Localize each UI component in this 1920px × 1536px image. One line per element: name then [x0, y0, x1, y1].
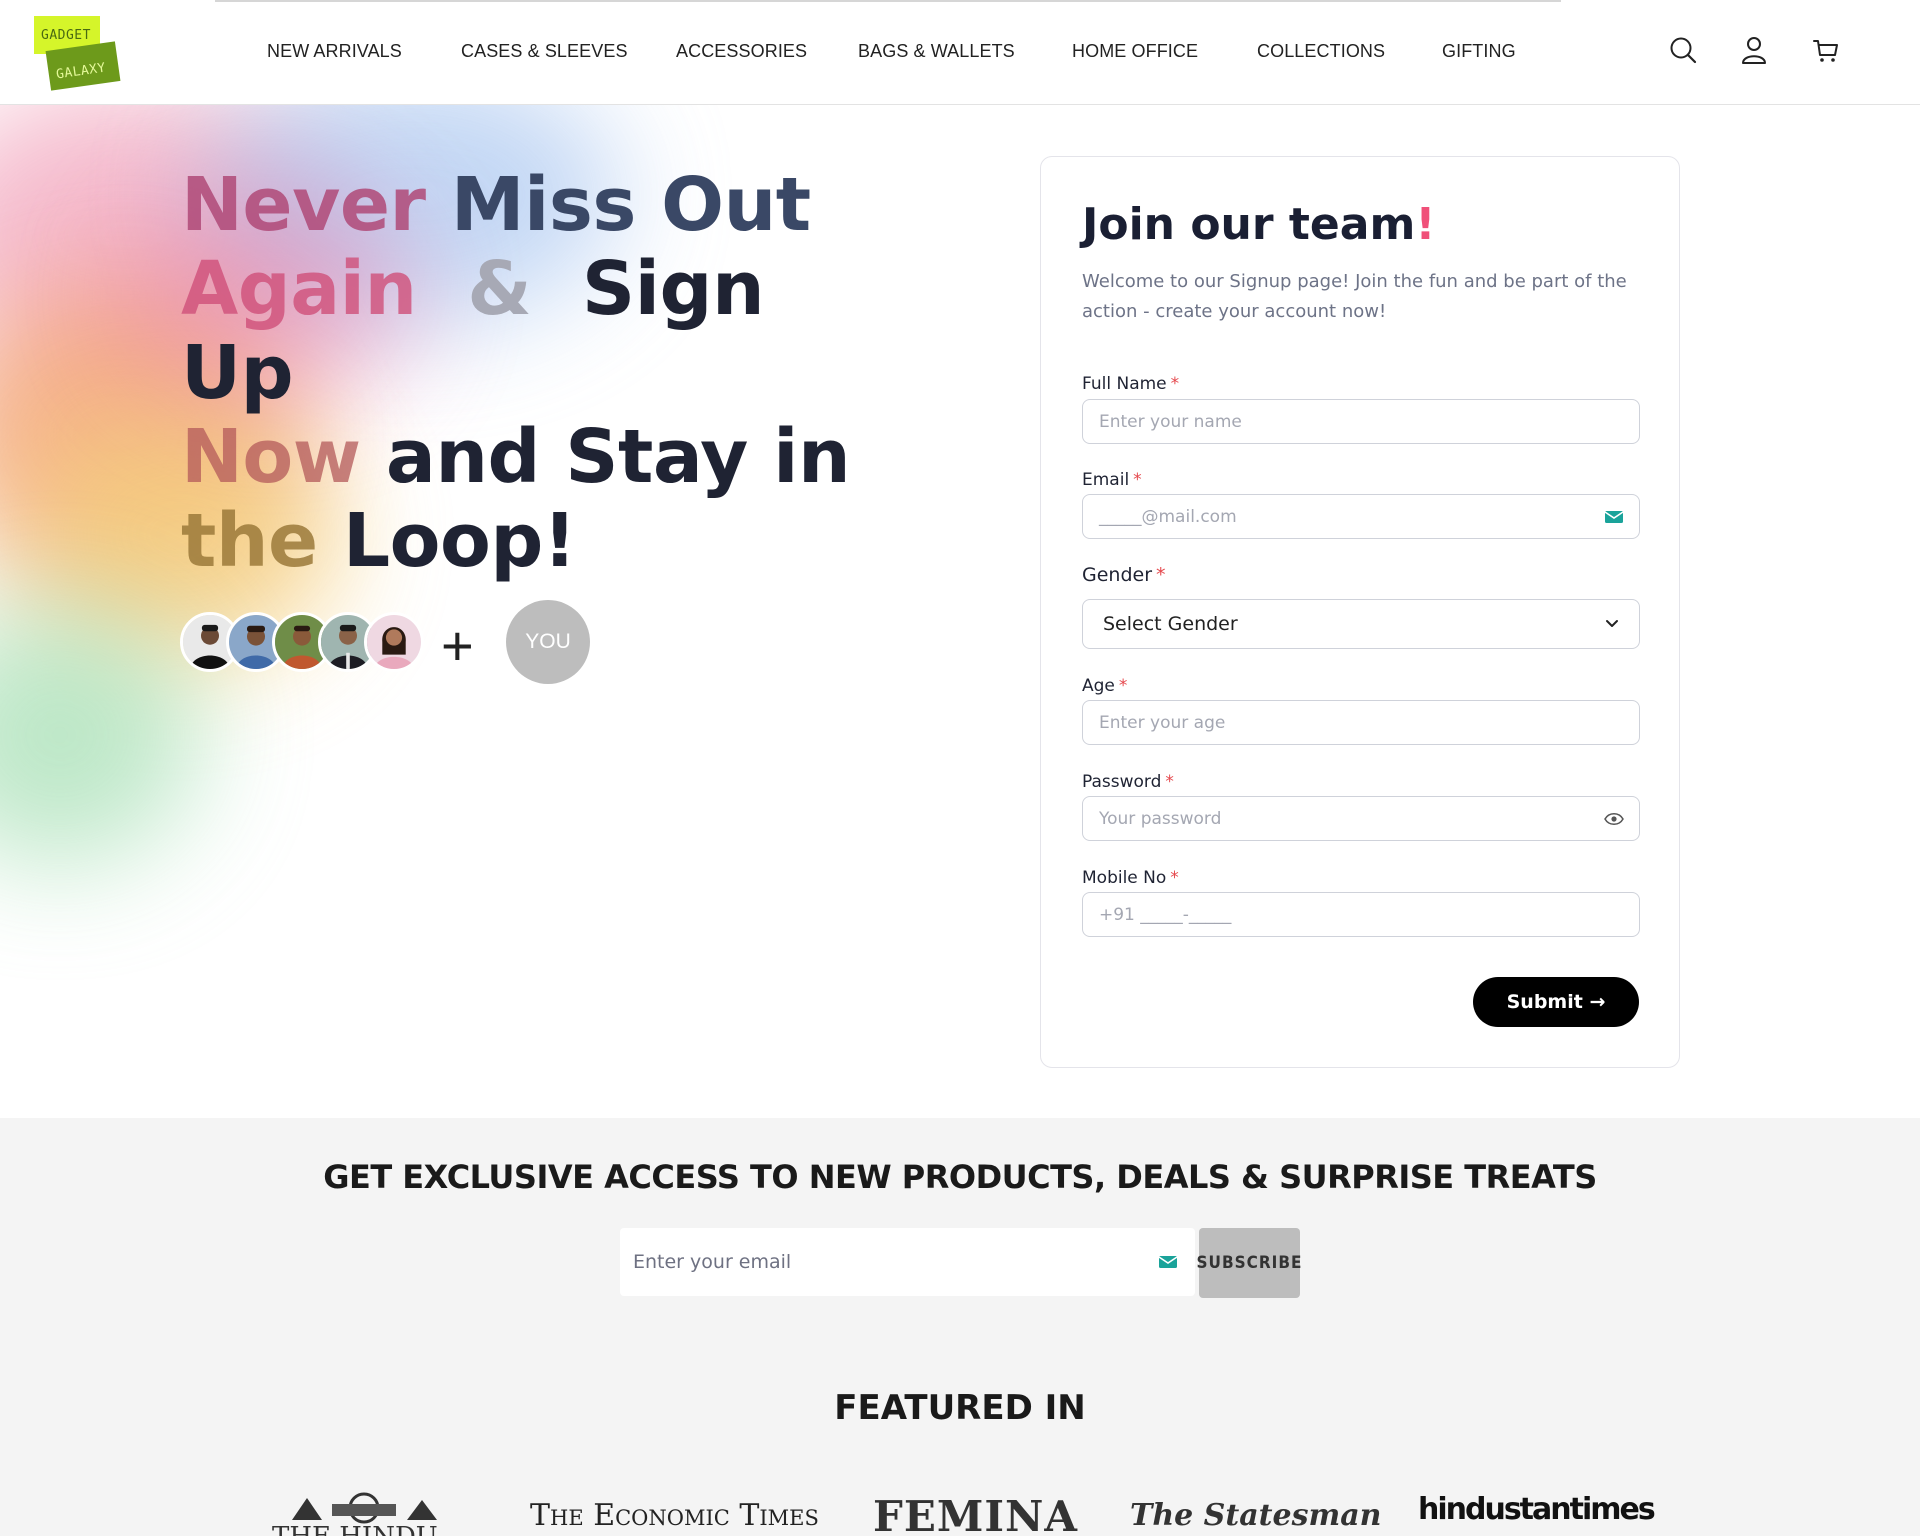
nav-cases-sleeves[interactable]: CASES & SLEEVES — [461, 41, 628, 62]
you-avatar: YOU — [506, 600, 590, 684]
headline-ampersand: & — [467, 246, 532, 332]
nav-accessories[interactable]: ACCESSORIES — [676, 41, 807, 62]
full-name-input[interactable]: Enter your name — [1082, 399, 1640, 444]
press-logo-the-hindu: THE HINDU — [272, 1480, 457, 1536]
newsletter-email-placeholder: Enter your email — [633, 1251, 792, 1273]
nav-gifting[interactable]: GIFTING — [1442, 41, 1516, 62]
mobile-label: Mobile No * — [1082, 868, 1179, 888]
required-mark: * — [1156, 564, 1166, 586]
plus-sign: + — [441, 614, 474, 677]
headline-word: Miss Out — [450, 162, 811, 248]
press-logo-hindustan-times: hindustantimes — [1418, 1492, 1656, 1527]
subscribe-button[interactable]: SUBSCRIBE — [1197, 1228, 1301, 1298]
email-input[interactable]: _____@mail.com — [1082, 494, 1640, 539]
nav-new-arrivals[interactable]: NEW ARRIVALS — [267, 41, 402, 62]
email-placeholder: _____@mail.com — [1099, 506, 1237, 527]
gender-label: Gender * — [1082, 564, 1166, 586]
mobile-placeholder: +91 _____-_____ — [1099, 904, 1232, 925]
brand-logo[interactable]: GADGET GALAXY — [34, 16, 121, 91]
age-label-text: Age — [1082, 676, 1115, 696]
full-name-label: Full Name * — [1082, 374, 1179, 394]
age-label: Age * — [1082, 676, 1127, 696]
user-icon[interactable] — [1740, 36, 1768, 64]
chevron-down-icon — [1606, 620, 1618, 627]
full-name-placeholder: Enter your name — [1099, 411, 1242, 432]
nav-bags-wallets[interactable]: BAGS & WALLETS — [858, 41, 1015, 62]
password-input[interactable]: Your password — [1082, 796, 1640, 841]
gender-selected-value: Select Gender — [1103, 613, 1238, 635]
password-placeholder: Your password — [1099, 808, 1222, 829]
required-mark: * — [1165, 772, 1174, 792]
password-label-text: Password — [1082, 772, 1162, 792]
mobile-input[interactable]: +91 _____-_____ — [1082, 892, 1640, 937]
card-title-text: Join our team — [1082, 199, 1416, 250]
press-logo-statesman: The Statesman — [1130, 1498, 1382, 1533]
age-input[interactable]: Enter your age — [1082, 700, 1640, 745]
avatar — [364, 612, 424, 672]
nav-home-office[interactable]: HOME OFFICE — [1072, 41, 1198, 62]
card-title-accent: ! — [1415, 199, 1436, 250]
eye-icon[interactable] — [1603, 809, 1625, 829]
required-mark: * — [1133, 470, 1142, 490]
required-mark: * — [1118, 676, 1128, 696]
headline-word: the — [181, 498, 318, 584]
newsletter-section: GET EXCLUSIVE ACCESS TO NEW PRODUCTS, DE… — [0, 1118, 1920, 1536]
age-placeholder: Enter your age — [1099, 712, 1226, 733]
newsletter-email-input[interactable]: Enter your email — [620, 1228, 1195, 1296]
signup-card: Join our team! Welcome to our Signup pag… — [1040, 156, 1680, 1068]
the-hindu-text: THE HINDU — [272, 1522, 438, 1536]
headline-word: and Stay in — [385, 414, 851, 500]
header-top-divider — [215, 0, 1561, 2]
headline-word: Again — [181, 246, 417, 332]
newsletter-title: GET EXCLUSIVE ACCESS TO NEW PRODUCTS, DE… — [323, 1158, 1597, 1196]
headline-word: Loop! — [343, 498, 577, 584]
gender-label-text: Gender — [1082, 564, 1153, 586]
featured-title: FEATURED IN — [834, 1388, 1086, 1428]
press-logo-femina: FEMINA — [873, 1492, 1078, 1536]
nav-collections[interactable]: COLLECTIONS — [1257, 41, 1385, 62]
submit-button[interactable]: Submit → — [1473, 977, 1639, 1027]
logo-text-gadget: GADGET — [41, 28, 91, 43]
site-header: GADGET GALAXY NEW ARRIVALS CASES & SLEEV… — [0, 0, 1920, 105]
headline-word: Now — [181, 414, 361, 500]
mobile-label-text: Mobile No — [1082, 868, 1167, 888]
card-title: Join our team! — [1082, 199, 1435, 250]
press-logo-economic-times: The Economic Times — [530, 1498, 819, 1533]
required-mark: * — [1170, 868, 1179, 888]
mail-icon — [1604, 511, 1624, 523]
mail-icon — [1158, 1256, 1178, 1268]
required-mark: * — [1170, 374, 1180, 394]
hero-headline: Never Miss Out Again & Sign Up Now and S… — [181, 163, 881, 583]
password-label: Password * — [1082, 772, 1174, 792]
search-icon[interactable] — [1669, 36, 1697, 64]
email-label: Email * — [1082, 470, 1142, 490]
headline-word: Never — [181, 162, 426, 248]
cart-icon[interactable] — [1812, 36, 1840, 64]
email-label-text: Email — [1082, 470, 1130, 490]
full-name-label-text: Full Name — [1082, 374, 1167, 394]
card-subtitle: Welcome to our Signup page! Join the fun… — [1082, 271, 1627, 322]
gender-select[interactable]: Select Gender — [1082, 599, 1640, 649]
